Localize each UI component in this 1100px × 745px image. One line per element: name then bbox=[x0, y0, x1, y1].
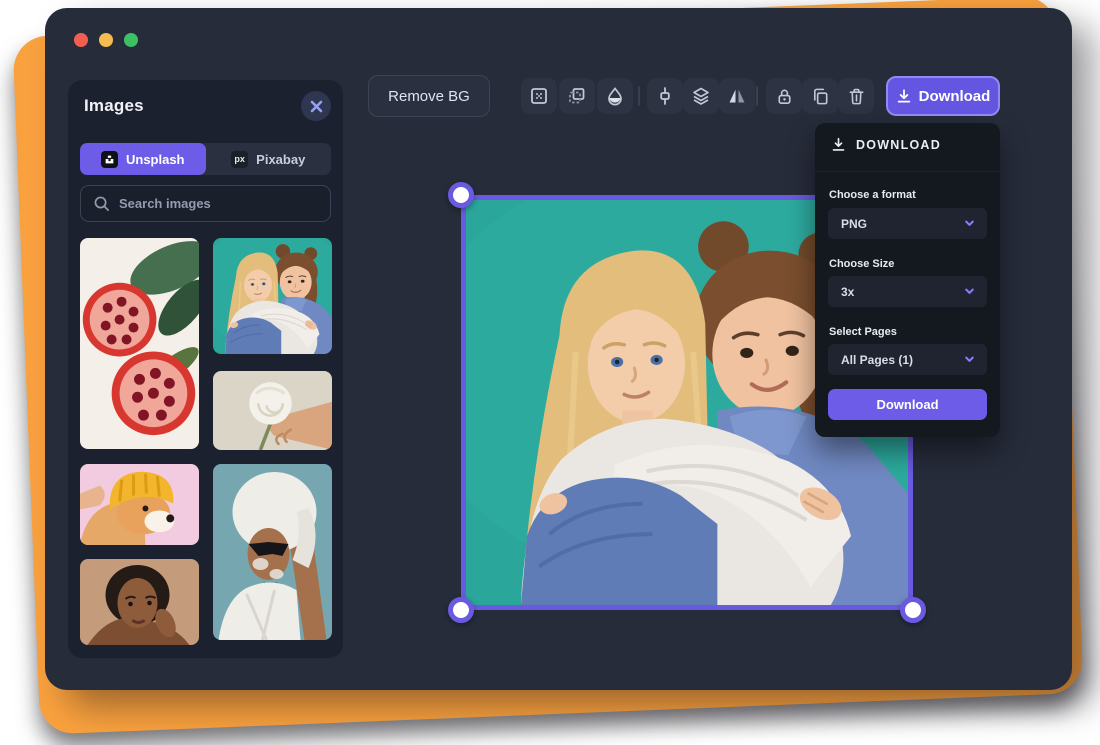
download-panel: DOWNLOAD Choose a format PNG Choose Size… bbox=[815, 123, 1000, 437]
duplicate-icon bbox=[567, 86, 587, 106]
tab-label: Unsplash bbox=[126, 152, 185, 167]
pages-select[interactable]: All Pages (1) bbox=[828, 344, 987, 375]
flip-vertical-icon bbox=[655, 86, 675, 106]
pages-value: All Pages (1) bbox=[841, 353, 913, 367]
tab-pixabay[interactable]: px Pixabay bbox=[206, 143, 332, 175]
lock-button[interactable] bbox=[766, 78, 802, 114]
thumbnail-white-rose-in-hand[interactable] bbox=[213, 371, 332, 450]
chevron-down-icon bbox=[963, 353, 976, 366]
tab-unsplash[interactable]: Unsplash bbox=[80, 143, 206, 175]
download-panel-title: DOWNLOAD bbox=[856, 138, 941, 152]
search-input[interactable] bbox=[119, 186, 324, 221]
chevron-down-icon bbox=[963, 285, 976, 298]
download-icon bbox=[896, 88, 912, 104]
close-window-button[interactable] bbox=[74, 33, 88, 47]
chevron-down-icon bbox=[963, 217, 976, 230]
size-label: Choose Size bbox=[829, 258, 894, 270]
copy-button[interactable] bbox=[802, 78, 838, 114]
droplet-icon bbox=[605, 86, 625, 106]
close-icon bbox=[310, 100, 323, 113]
layers-button[interactable] bbox=[683, 78, 719, 114]
frame-icon bbox=[529, 86, 549, 106]
remove-bg-label: Remove BG bbox=[388, 88, 470, 105]
resize-handle-bottom-right[interactable] bbox=[900, 597, 926, 623]
resize-handle-top-left[interactable] bbox=[448, 182, 474, 208]
search-box bbox=[80, 185, 331, 222]
zoom-window-button[interactable] bbox=[124, 33, 138, 47]
download-button-label: Download bbox=[919, 88, 991, 105]
copy-icon bbox=[811, 87, 830, 106]
format-label: Choose a format bbox=[829, 189, 916, 201]
format-select[interactable]: PNG bbox=[828, 208, 987, 239]
pages-label: Select Pages bbox=[829, 326, 897, 338]
images-panel: Images Unsplash px Pixabay bbox=[68, 80, 343, 658]
stage: Images Unsplash px Pixabay bbox=[0, 0, 1100, 745]
divider bbox=[815, 171, 1000, 172]
search-icon bbox=[93, 195, 110, 212]
resize-handle-bottom-left[interactable] bbox=[448, 597, 474, 623]
pixabay-logo-icon: px bbox=[231, 151, 248, 168]
duplicate-button[interactable] bbox=[559, 78, 595, 114]
flip-horizontal-icon bbox=[727, 86, 747, 106]
thumbnail-dog-yellow-beanie[interactable] bbox=[80, 464, 199, 545]
thumbnail-two-girls-hugging[interactable] bbox=[213, 238, 332, 354]
flip-horizontal-button[interactable] bbox=[719, 78, 755, 114]
minimize-window-button[interactable] bbox=[99, 33, 113, 47]
frame-button[interactable] bbox=[521, 78, 557, 114]
unsplash-logo-icon bbox=[101, 151, 118, 168]
image-source-tabs: Unsplash px Pixabay bbox=[80, 143, 331, 175]
thumbnail-pomegranate[interactable] bbox=[80, 238, 199, 449]
layers-icon bbox=[691, 86, 711, 106]
app-window: Images Unsplash px Pixabay bbox=[45, 8, 1072, 690]
trash-icon bbox=[847, 87, 866, 106]
download-icon bbox=[831, 137, 846, 152]
panel-title: Images bbox=[84, 96, 144, 116]
format-value: PNG bbox=[841, 217, 867, 231]
tab-label: Pixabay bbox=[256, 152, 305, 167]
download-panel-header: DOWNLOAD bbox=[831, 137, 941, 152]
flip-vertical-button[interactable] bbox=[647, 78, 683, 114]
toolbar-divider bbox=[638, 86, 640, 106]
size-select[interactable]: 3x bbox=[828, 276, 987, 307]
close-panel-button[interactable] bbox=[301, 91, 331, 121]
size-value: 3x bbox=[841, 285, 854, 299]
toolbar-divider bbox=[756, 86, 758, 106]
trash-button[interactable] bbox=[838, 78, 874, 114]
thumbnail-woman-towel-mask[interactable] bbox=[213, 464, 332, 640]
droplet-button[interactable] bbox=[597, 78, 633, 114]
confirm-download-label: Download bbox=[876, 397, 938, 412]
thumbnail-woman-portrait[interactable] bbox=[80, 559, 199, 645]
download-button[interactable]: Download bbox=[886, 76, 1000, 116]
lock-icon bbox=[775, 87, 794, 106]
confirm-download-button[interactable]: Download bbox=[828, 389, 987, 420]
remove-bg-button[interactable]: Remove BG bbox=[368, 75, 490, 117]
